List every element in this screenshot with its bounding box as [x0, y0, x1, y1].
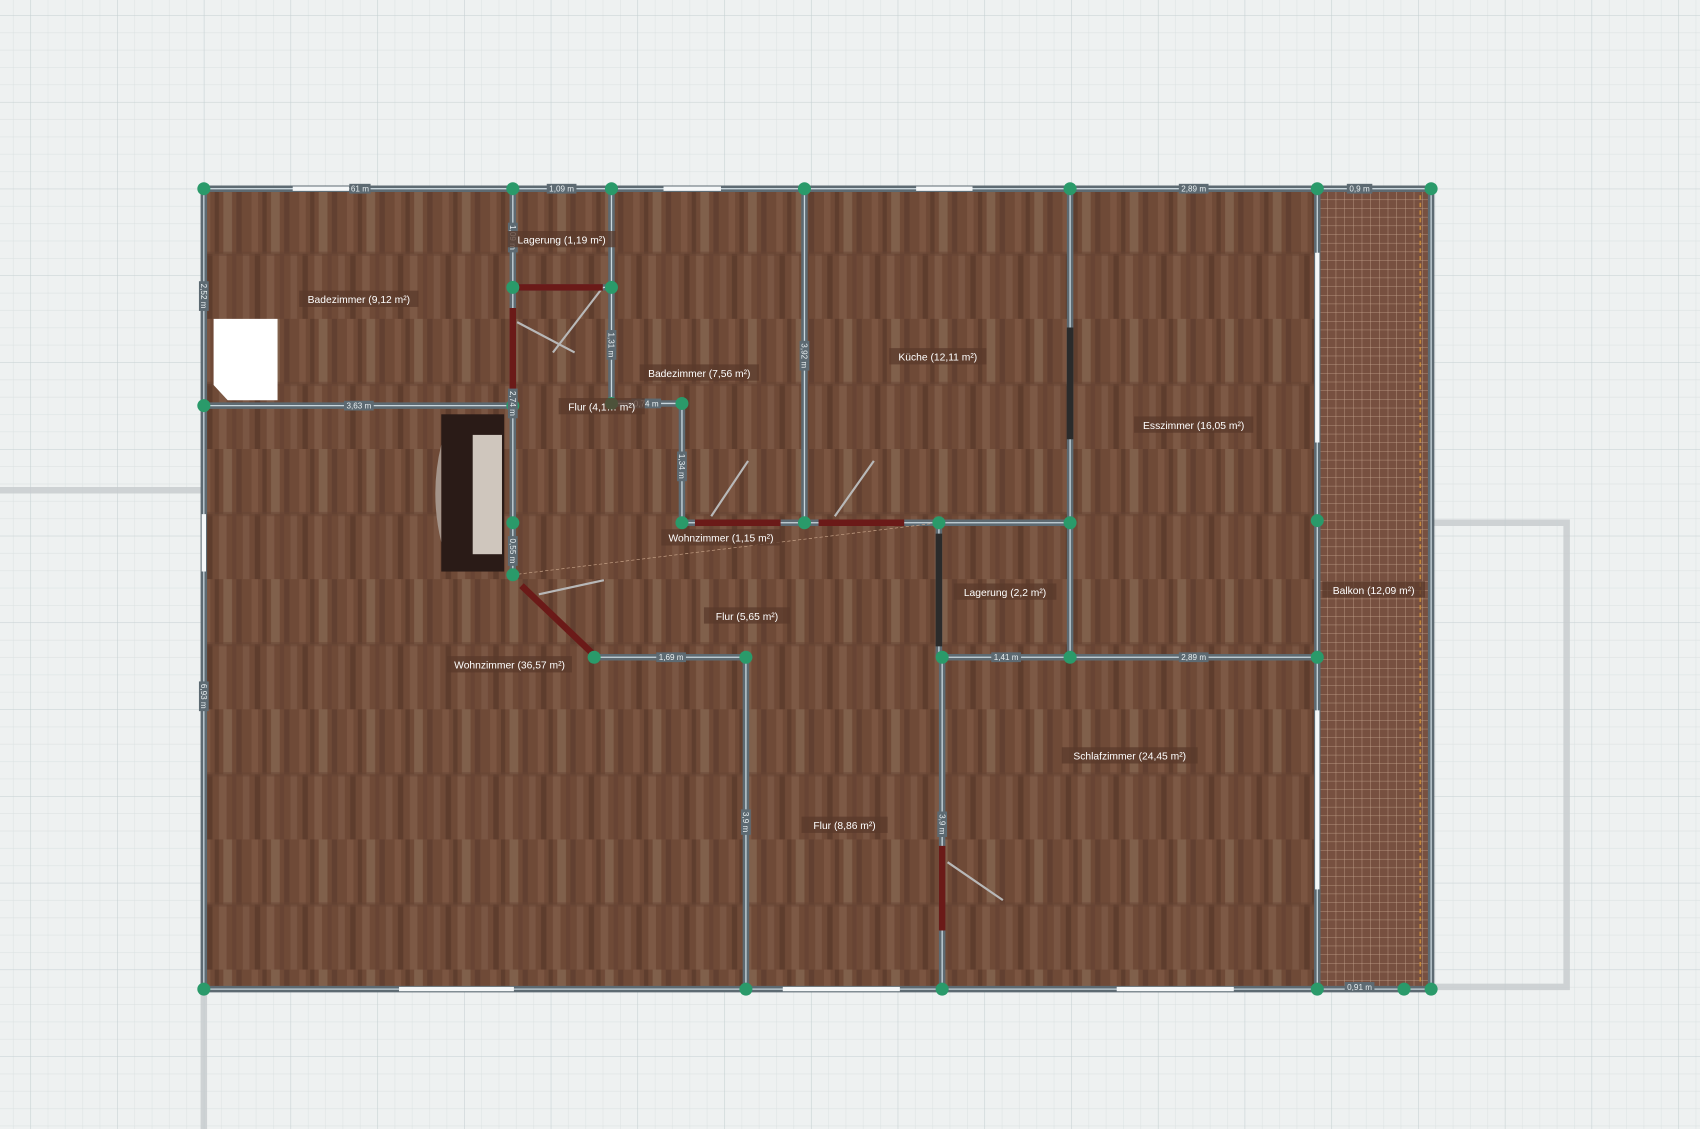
wall-node[interactable]	[935, 982, 949, 996]
dimension-label: 3,92 m	[800, 343, 809, 368]
room-name: Flur (8,86 m²)	[813, 821, 875, 832]
room-label[interactable]: Badezimmer (7,56 m²)	[639, 364, 759, 381]
wall-node[interactable]	[675, 396, 689, 410]
dimension-label: 0,55 m	[508, 539, 517, 564]
room-label[interactable]: Badezimmer (9,12 m²)	[299, 290, 419, 307]
dimension-label: 1,31 m	[607, 332, 616, 357]
wall-node[interactable]	[935, 650, 949, 664]
room-name: Flur (5,65 m²)	[716, 612, 778, 623]
wall-node[interactable]	[197, 399, 211, 413]
room-name: Lagerung (2,2 m²)	[964, 588, 1046, 599]
wall-node[interactable]	[587, 650, 601, 664]
room-name: Wohnzimmer (36,57 m²)	[454, 661, 565, 672]
room-name: Küche (12,11 m²)	[898, 353, 977, 364]
wall-node[interactable]	[1310, 514, 1324, 528]
wall-node[interactable]	[197, 182, 211, 196]
wall-node[interactable]	[739, 650, 753, 664]
dimension-label: 2,89 m	[1181, 653, 1206, 662]
dimension-label: 2,74 m	[508, 391, 517, 416]
wall-node[interactable]	[506, 568, 520, 582]
dimension-label: 1,41 m	[994, 653, 1019, 662]
bathtub[interactable]	[213, 318, 278, 401]
wall-node[interactable]	[932, 516, 946, 530]
wall-node[interactable]	[1424, 182, 1438, 196]
floor-area	[203, 188, 1318, 990]
room-name: Badezimmer (7,56 m²)	[648, 369, 750, 380]
dimension-label: 6,93 m	[199, 684, 208, 709]
wall-node[interactable]	[506, 516, 520, 530]
room-name: Schlafzimmer (24,45 m²)	[1073, 752, 1186, 763]
dimension-label: 2,52 m	[199, 284, 208, 309]
sofa-cushion	[472, 434, 502, 555]
dimension-label: 0,91 m	[1347, 983, 1372, 992]
wall-node[interactable]	[1310, 982, 1324, 996]
wall-node[interactable]	[1063, 182, 1077, 196]
dimension-label: 3,9 m	[937, 814, 946, 835]
wall-node[interactable]	[1397, 982, 1411, 996]
wall-node[interactable]	[506, 182, 520, 196]
wall-node[interactable]	[1310, 650, 1324, 664]
room-label[interactable]: Küche (12,11 m²)	[889, 348, 987, 365]
room-name: Esszimmer (16,05 m²)	[1143, 421, 1244, 432]
room-name: Lagerung (1,19 m²)	[518, 235, 606, 246]
wall-node[interactable]	[1310, 182, 1324, 196]
wall-node[interactable]	[675, 516, 689, 530]
wall-node[interactable]	[1063, 650, 1077, 664]
wall-node[interactable]	[797, 516, 811, 530]
room-name: Flur (4,1… m²)	[568, 402, 635, 413]
wall-node[interactable]	[739, 982, 753, 996]
room-label[interactable]: Flur (4,1… m²)	[558, 398, 645, 415]
dimension-label: 3,9 m	[741, 812, 750, 833]
dimension-label: 0,9 m	[1349, 185, 1370, 194]
room-name: Wohnzimmer (1,15 m²)	[668, 534, 773, 545]
wall-node[interactable]	[1424, 982, 1438, 996]
wall-node[interactable]	[197, 982, 211, 996]
room-label[interactable]: Balkon (12,09 m²)	[1322, 581, 1425, 598]
wall-node[interactable]	[797, 182, 811, 196]
dimension-label: 1,69 m	[659, 653, 684, 662]
dimension-label: 2,89 m	[1181, 185, 1206, 194]
room-name: Balkon (12,09 m²)	[1333, 586, 1415, 597]
dimension-label: 61 m	[351, 185, 369, 194]
wall-node[interactable]	[1063, 516, 1077, 530]
room-label[interactable]: Flur (8,86 m²)	[801, 816, 888, 833]
wall-node[interactable]	[604, 280, 618, 294]
wall-node[interactable]	[604, 182, 618, 196]
room-label[interactable]: Esszimmer (16,05 m²)	[1134, 416, 1254, 433]
room-label[interactable]: Lagerung (1,19 m²)	[507, 231, 616, 248]
room-label[interactable]: Lagerung (2,2 m²)	[953, 583, 1057, 600]
room-label[interactable]: Wohnzimmer (36,57 m²)	[447, 656, 572, 673]
room-label[interactable]: Schlafzimmer (24,45 m²)	[1061, 747, 1198, 764]
dimension-label: 1,09 m	[549, 185, 574, 194]
dimension-label: 1,34 m	[677, 454, 686, 479]
room-name: Badezimmer (9,12 m²)	[308, 295, 410, 306]
wall-node[interactable]	[506, 280, 520, 294]
dimension-label: 3,63 m	[346, 401, 371, 410]
room-label[interactable]: Flur (5,65 m²)	[703, 607, 791, 624]
room-label[interactable]: Wohnzimmer (1,15 m²)	[661, 529, 781, 546]
floor-plan-canvas[interactable]: 61 m1,09 m2,89 m0,9 m2,52 m1,09 m1,31 m3…	[0, 0, 1700, 1129]
